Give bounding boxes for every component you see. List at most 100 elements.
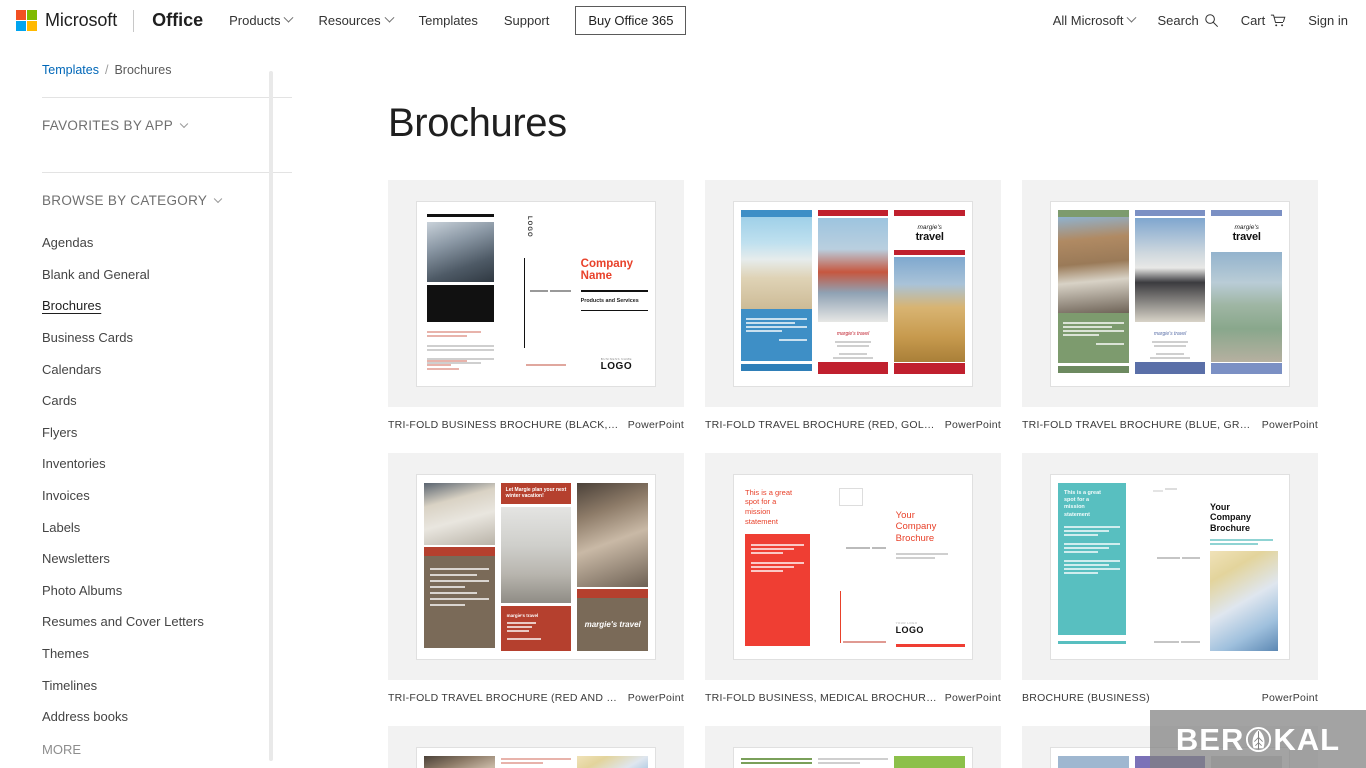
all-microsoft-menu[interactable]: All Microsoft (1052, 12, 1137, 28)
chevron-down-icon (1127, 12, 1137, 23)
template-meta: TRI-FOLD BUSINESS BROCHURE (BLACK, RE… P… (388, 407, 684, 431)
sidebar-item-invoices[interactable]: Invoices (42, 480, 292, 512)
template-meta: TRI-FOLD TRAVEL BROCHURE (RED, GOLD, … P… (705, 407, 1001, 431)
page-title: Brochures (388, 101, 567, 145)
sidebar-item-timelines[interactable]: Timelines (42, 669, 292, 701)
nav-label: Products (229, 13, 281, 28)
thumb-mission-statement: This is a great spot for a mission state… (1064, 489, 1101, 518)
thumb-margies-brand: margie's travel (1153, 330, 1187, 337)
sidebar-item-resumes[interactable]: Resumes and Cover Letters (42, 606, 292, 638)
thumb-winter-headline: Let Margie plan your next winter vacatio… (505, 486, 567, 500)
sidebar-scrollbar[interactable] (269, 71, 273, 761)
thumb-margies-first: margie's (1234, 223, 1259, 231)
thumb-logo-text: LOGO (895, 624, 924, 635)
brochure-preview-partial (1051, 747, 1289, 768)
template-card[interactable]: This is a great spot for a mission state… (1022, 453, 1318, 704)
breadcrumb-separator: / (104, 63, 109, 77)
sidebar-item-flyers[interactable]: Flyers (42, 417, 292, 449)
thumb-margies-first: margie's (917, 223, 942, 231)
template-card[interactable]: LOGO Company Name Products and Services … (388, 180, 684, 431)
thumb-company-name: Company Name (580, 257, 634, 283)
chevron-down-icon (284, 12, 294, 23)
template-meta: BROCHURE (BUSINESS) PowerPoint (1022, 680, 1318, 704)
template-thumbnail: This is a great spot for a mission state… (1022, 453, 1318, 680)
chevron-down-icon (384, 12, 395, 23)
thumb-margies-brand: margie's travel (506, 613, 539, 618)
chevron-down-icon (179, 119, 189, 128)
microsoft-logo-icon (16, 10, 37, 31)
sidebar-item-newsletters[interactable]: Newsletters (42, 543, 292, 575)
thumb-margies-second: travel (1232, 230, 1261, 243)
search-icon (1204, 14, 1218, 28)
header-divider (133, 9, 135, 32)
microsoft-brand[interactable]: Microsoft (16, 10, 117, 31)
browse-by-category-header[interactable]: BROWSE BY CATEGORY (42, 173, 292, 227)
thumb-your-company-brochure: Your Company Brochure (895, 509, 937, 544)
thumb-products-services: Products and Services (580, 297, 639, 304)
template-card[interactable]: margie's travel margie's travel TRI-FOLD… (1022, 180, 1318, 431)
sidebar-item-brochures[interactable]: Brochures (42, 290, 292, 322)
sidebar-more-link[interactable]: MORE (42, 733, 292, 765)
template-name: TRI-FOLD TRAVEL BROCHURE (RED, GOLD, … (705, 419, 937, 431)
favorites-by-app-header[interactable]: FAVORITES BY APP (42, 98, 292, 152)
chevron-down-icon (213, 194, 223, 203)
template-app: PowerPoint (944, 419, 1001, 431)
sidebar-item-calendars[interactable]: Calendars (42, 353, 292, 385)
template-thumbnail: This is a great spot for a mission state… (705, 453, 1001, 680)
template-thumbnail (1022, 726, 1318, 768)
brochure-preview-red-gold: margie's travel margie's travel (734, 201, 972, 386)
sidebar-item-themes[interactable]: Themes (42, 638, 292, 670)
sidebar-item-agendas[interactable]: Agendas (42, 227, 292, 259)
template-card[interactable] (388, 726, 684, 768)
nav-item-resources[interactable]: Resources (318, 12, 395, 28)
sidebar-item-business-cards[interactable]: Business Cards (42, 322, 292, 354)
office-wordmark[interactable]: Office (152, 10, 203, 31)
template-app: PowerPoint (627, 692, 684, 704)
cart-button[interactable]: Cart (1241, 13, 1287, 28)
sidebar-item-photo-albums[interactable]: Photo Albums (42, 575, 292, 607)
template-name: TRI-FOLD BUSINESS, MEDICAL BROCHURE (… (705, 692, 937, 704)
buy-office-365-button[interactable]: Buy Office 365 (575, 6, 687, 35)
cart-icon (1271, 14, 1286, 27)
thumb-margies-brand: margie's travel (836, 330, 870, 337)
brochure-preview-red-medical: This is a great spot for a mission state… (734, 474, 972, 659)
template-app: PowerPoint (627, 419, 684, 431)
thumb-margies-second: travel (915, 230, 944, 243)
utility-nav: All Microsoft Search Cart Sign in (1052, 12, 1348, 28)
nav-item-support[interactable]: Support (504, 13, 550, 28)
nav-item-templates[interactable]: Templates (419, 13, 478, 28)
template-meta: TRI-FOLD TRAVEL BROCHURE (RED AND GR… Po… (388, 680, 684, 704)
template-thumbnail (705, 726, 1001, 768)
sidebar: Templates / Brochures FAVORITES BY APP B… (0, 41, 312, 768)
brochure-preview-blue-green: margie's travel margie's travel (1051, 201, 1289, 386)
nav-item-products[interactable]: Products (229, 12, 294, 28)
sidebar-item-inventories[interactable]: Inventories (42, 448, 292, 480)
brochure-preview-teal-business: This is a great spot for a mission state… (1051, 474, 1289, 659)
sidebar-item-labels[interactable]: Labels (42, 511, 292, 543)
sidebar-item-blank-general[interactable]: Blank and General (42, 259, 292, 291)
template-card[interactable]: Let Margie plan your next winter vacatio… (388, 453, 684, 704)
sidebar-item-address-books[interactable]: Address books (42, 701, 292, 733)
favorites-by-app-label: FAVORITES BY APP (42, 118, 174, 133)
search-button[interactable]: Search (1157, 13, 1218, 28)
breadcrumb-templates-link[interactable]: Templates (42, 63, 99, 77)
template-thumbnail: margie's travel margie's travel (705, 180, 1001, 407)
template-thumbnail (388, 726, 684, 768)
page-body: Templates / Brochures FAVORITES BY APP B… (0, 41, 1366, 768)
template-card[interactable]: This is a great spot for a mission state… (705, 453, 1001, 704)
search-label: Search (1157, 13, 1199, 28)
primary-nav: Products Resources Templates Support (229, 12, 550, 28)
brochure-preview-black-red: LOGO Company Name Products and Services … (417, 201, 655, 386)
template-card[interactable] (1022, 726, 1318, 768)
sidebar-item-cards[interactable]: Cards (42, 385, 292, 417)
browse-by-category-label: BROWSE BY CATEGORY (42, 193, 208, 208)
brochure-preview-partial (417, 747, 655, 768)
template-app: PowerPoint (1261, 692, 1318, 704)
template-name: BROCHURE (BUSINESS) (1022, 692, 1150, 704)
template-app: PowerPoint (1261, 419, 1318, 431)
breadcrumb: Templates / Brochures (42, 41, 292, 77)
template-card[interactable]: margie's travel margie's travel TRI-FOLD… (705, 180, 1001, 431)
template-card[interactable] (705, 726, 1001, 768)
all-microsoft-label: All Microsoft (1052, 13, 1124, 28)
sign-in-link[interactable]: Sign in (1308, 13, 1348, 28)
